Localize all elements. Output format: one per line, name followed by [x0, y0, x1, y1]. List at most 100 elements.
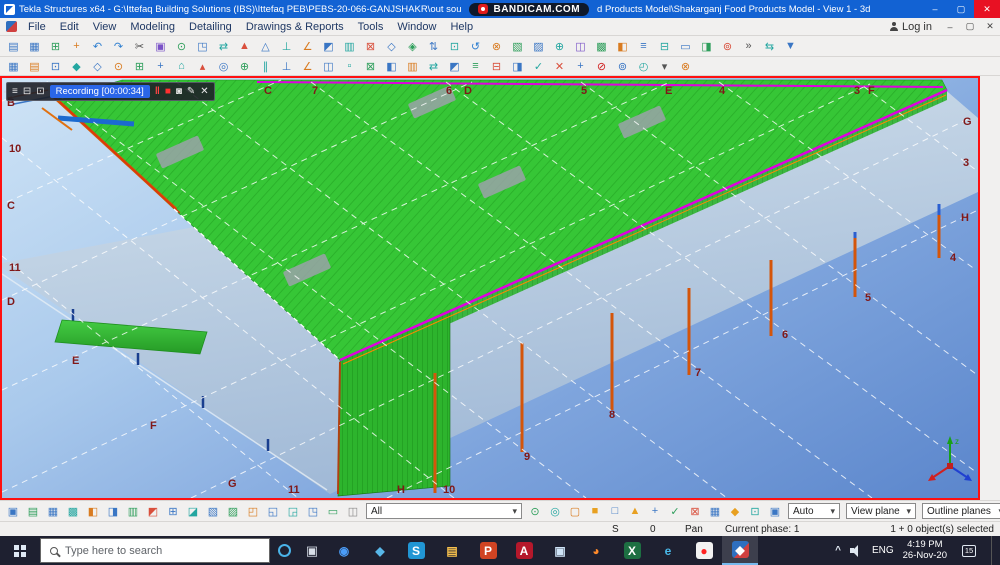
- toolbar-icon[interactable]: ✓: [528, 58, 549, 75]
- view-restore-button[interactable]: ▢: [960, 18, 980, 36]
- taskbar-app[interactable]: ◆: [362, 536, 398, 565]
- menu-file[interactable]: File: [21, 18, 53, 36]
- toolbar-icon[interactable]: ▼: [780, 38, 801, 55]
- snap-switch-icon[interactable]: ⊡: [745, 503, 765, 520]
- toolbar-icon[interactable]: ✕: [549, 58, 570, 75]
- taskbar-app[interactable]: A: [506, 536, 542, 565]
- toolbar-icon[interactable]: ⊙: [108, 58, 129, 75]
- selection-switch-icon[interactable]: ◫: [343, 503, 363, 520]
- view-minimize-button[interactable]: –: [940, 18, 960, 36]
- toolbar-icon[interactable]: ▥: [402, 58, 423, 75]
- selection-switch-icon[interactable]: ◩: [143, 503, 163, 520]
- toolbar-icon[interactable]: ▤: [3, 38, 24, 55]
- toolbar-icon[interactable]: ▣: [150, 38, 171, 55]
- selection-switch-icon[interactable]: ▭: [323, 503, 343, 520]
- toolbar-icon[interactable]: +: [570, 58, 591, 75]
- toolbar-icon[interactable]: ▴: [192, 58, 213, 75]
- toolbar-icon[interactable]: ⊗: [675, 58, 696, 75]
- model-scene[interactable]: z: [2, 78, 978, 498]
- taskbar-app-tekla[interactable]: ◆: [722, 536, 758, 565]
- pause-recording-button[interactable]: ‖: [155, 86, 160, 97]
- toolbar-icon[interactable]: ◎: [213, 58, 234, 75]
- selection-switch-icon[interactable]: ▦: [43, 503, 63, 520]
- toolbar-icon[interactable]: ⊠: [360, 58, 381, 75]
- selection-switch-icon[interactable]: ▩: [63, 503, 83, 520]
- windows-start-button[interactable]: [0, 536, 40, 565]
- auto-dropdown[interactable]: Auto ▾: [788, 503, 840, 519]
- stop-recording-button[interactable]: ■: [165, 86, 171, 97]
- toolbar-icon[interactable]: △: [255, 38, 276, 55]
- toolbar-icon[interactable]: ⊡: [444, 38, 465, 55]
- toolbar-icon[interactable]: ◧: [381, 58, 402, 75]
- selection-switch-icon[interactable]: ◰: [243, 503, 263, 520]
- toolbar-icon[interactable]: ▥: [339, 38, 360, 55]
- recorder-menu-icon[interactable]: ≡: [12, 86, 18, 97]
- toolbar-icon[interactable]: ▭: [675, 38, 696, 55]
- close-button[interactable]: ✕: [974, 0, 1000, 18]
- toolbar-icon[interactable]: »: [738, 38, 759, 55]
- task-view-button[interactable]: ▣: [298, 543, 326, 559]
- toolbar-icon[interactable]: ↷: [108, 38, 129, 55]
- toolbar-icon[interactable]: ⊠: [360, 38, 381, 55]
- toolbar-icon[interactable]: ⊗: [486, 38, 507, 55]
- snap-switch-icon[interactable]: ✓: [665, 503, 685, 520]
- menu-view[interactable]: View: [86, 18, 124, 36]
- toolbar-icon[interactable]: ▤: [24, 58, 45, 75]
- taskbar-clock[interactable]: 4:19 PM 26-Nov-20: [903, 539, 947, 562]
- maximize-button[interactable]: ▢: [948, 0, 974, 18]
- toolbar-icon[interactable]: ◆: [66, 58, 87, 75]
- toolbar-icon[interactable]: ∥: [255, 58, 276, 75]
- toolbar-icon[interactable]: ✂: [129, 38, 150, 55]
- view-close-button[interactable]: ✕: [980, 18, 1000, 36]
- selection-switch-icon[interactable]: ◳: [303, 503, 323, 520]
- selection-switch-icon[interactable]: ▣: [3, 503, 23, 520]
- selection-switch-icon[interactable]: ▤: [23, 503, 43, 520]
- toolbar-icon[interactable]: ◇: [87, 58, 108, 75]
- menu-tools[interactable]: Tools: [351, 18, 391, 36]
- taskbar-app[interactable]: ◉: [326, 536, 362, 565]
- action-center-button[interactable]: 15: [956, 544, 982, 557]
- snap-switch-icon[interactable]: ◎: [545, 503, 565, 520]
- toolbar-icon[interactable]: ◈: [402, 38, 423, 55]
- toolbar-icon[interactable]: +: [150, 58, 171, 75]
- taskbar-app[interactable]: ▤: [434, 536, 470, 565]
- toolbar-icon[interactable]: ⇅: [423, 38, 444, 55]
- menu-edit[interactable]: Edit: [53, 18, 86, 36]
- toolbar-icon[interactable]: ◨: [696, 38, 717, 55]
- cortana-button[interactable]: [270, 544, 298, 557]
- toolbar-icon[interactable]: ▧: [507, 38, 528, 55]
- toolbar-icon[interactable]: ◧: [612, 38, 633, 55]
- toolbar-icon[interactable]: ◳: [192, 38, 213, 55]
- toolbar-icon[interactable]: ∠: [297, 58, 318, 75]
- selection-switch-icon[interactable]: ◨: [103, 503, 123, 520]
- show-desktop-button[interactable]: [991, 536, 996, 565]
- toolbar-icon[interactable]: ⇄: [213, 38, 234, 55]
- toolbar-icon[interactable]: ▦: [3, 58, 24, 75]
- taskbar-app[interactable]: P: [470, 536, 506, 565]
- snap-switch-icon[interactable]: ◆: [725, 503, 745, 520]
- toolbar-icon[interactable]: ≡: [633, 38, 654, 55]
- toolbar-icon[interactable]: ⊟: [654, 38, 675, 55]
- toolbar-icon[interactable]: ⊘: [591, 58, 612, 75]
- snap-switch-icon[interactable]: ⊠: [685, 503, 705, 520]
- toolbar-icon[interactable]: +: [66, 38, 87, 55]
- minimize-button[interactable]: –: [922, 0, 948, 18]
- toolbar-icon[interactable]: ▦: [24, 38, 45, 55]
- login-button[interactable]: Log in: [881, 21, 940, 33]
- snap-switch-icon[interactable]: ▢: [565, 503, 585, 520]
- toolbar-icon[interactable]: ◇: [381, 38, 402, 55]
- toolbar-icon[interactable]: ▾: [654, 58, 675, 75]
- toolbar-icon[interactable]: ≡: [465, 58, 486, 75]
- toolbar-icon[interactable]: ▨: [528, 38, 549, 55]
- volume-icon[interactable]: [849, 544, 863, 557]
- toolbar-icon[interactable]: ⊞: [45, 38, 66, 55]
- toolbar-icon[interactable]: ⌂: [171, 58, 192, 75]
- draw-button[interactable]: ✎: [187, 86, 195, 97]
- toolbar-icon[interactable]: ⊥: [276, 38, 297, 55]
- taskbar-app[interactable]: ▣: [542, 536, 578, 565]
- model-viewport[interactable]: z C 7 6 D 5 E 4 3 F B 10 C 11 D E F G 11 H 10 G 3 H 4 5 6 7 8 9 ≡ ⊟ …: [0, 76, 980, 500]
- selection-switch-icon[interactable]: ◱: [263, 503, 283, 520]
- selection-switch-icon[interactable]: ◧: [83, 503, 103, 520]
- toolbar-icon[interactable]: ▩: [591, 38, 612, 55]
- selection-switch-icon[interactable]: ◲: [283, 503, 303, 520]
